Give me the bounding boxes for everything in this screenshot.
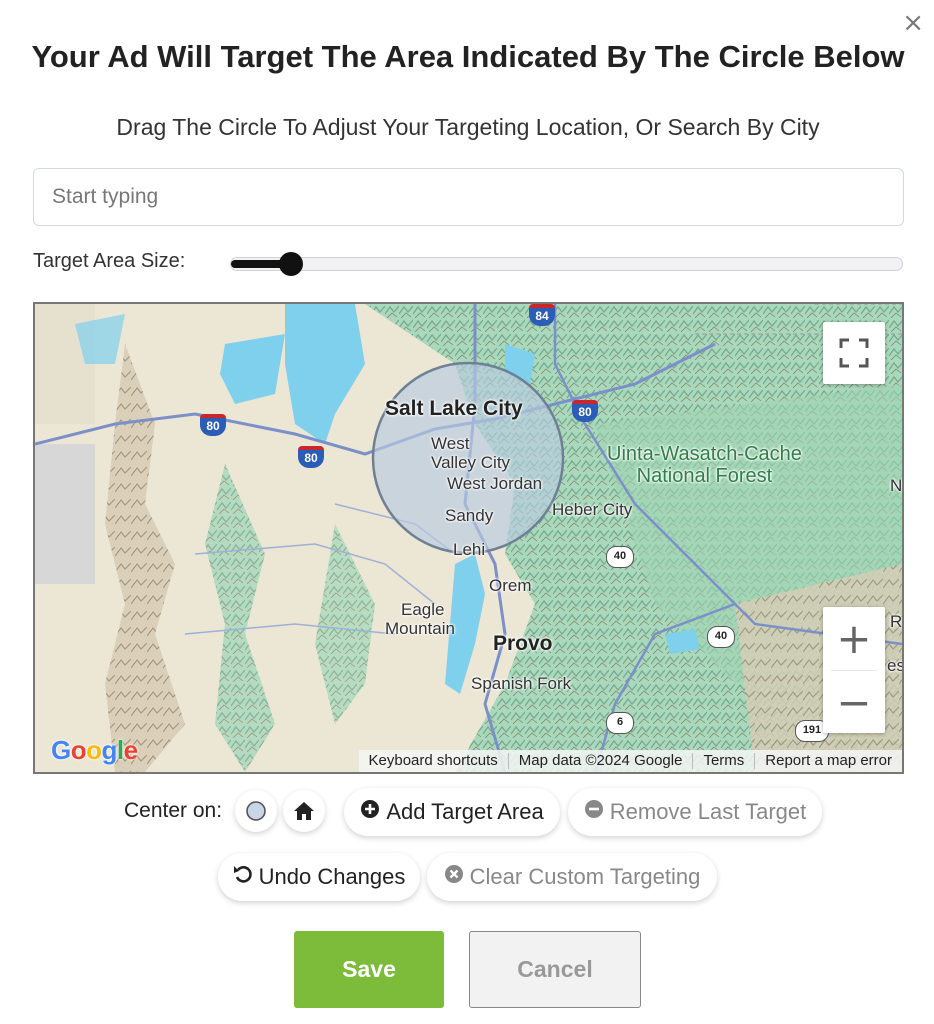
map-label-spanish-fork: Spanish Fork [471,674,572,693]
i84-shield: 84 [529,304,555,326]
add-target-area-button[interactable]: Add Target Area [344,788,560,836]
map-label-forest: Uinta-Wasatch-Cache National Forest [607,443,802,487]
terms-link[interactable]: Terms [692,753,754,769]
undo-icon [233,864,253,890]
undo-changes-button[interactable]: Undo Changes [218,853,420,901]
map-label-eagle-mountain: Eagle [401,600,445,619]
map-label-lehi: Lehi [453,540,486,559]
add-target-area-label: Add Target Area [386,799,544,824]
map-label-edge-es: es [887,656,904,675]
map-label-edge-n: N [890,476,903,495]
center-on-home-button[interactable] [283,790,325,832]
cancel-button[interactable]: Cancel [469,931,641,1008]
map-label-forest-line-1: Uinta-Wasatch-Cache [607,443,802,465]
us40-shield: 40 [606,546,634,568]
map-label-eagle-mountain-2: Mountain [385,619,455,638]
map-data-credit: Map data ©2024 Google [507,753,693,769]
times-circle-icon [444,864,464,890]
fullscreen-button[interactable] [823,322,885,384]
target-area-size-label: Target Area Size: [33,250,186,272]
undo-changes-label: Undo Changes [258,864,406,889]
clear-custom-targeting-button[interactable]: Clear Custom Targeting [427,853,717,901]
center-on-circle-button[interactable] [235,790,277,832]
minus-circle-icon [584,799,604,825]
map-basemap [35,304,902,772]
home-icon [294,802,314,820]
map-label-orem: Orem [489,576,532,595]
us6-shield: 6 [606,712,634,734]
map-label-west-valley-city: West [431,434,470,453]
fullscreen-icon [839,338,869,368]
map-label-provo: Provo [493,632,553,655]
map-label-salt-lake-city: Salt Lake City [385,397,523,420]
plus-circle-icon [360,799,380,825]
map-label-west-valley-city-2: Valley City [431,453,511,472]
circle-icon [246,801,266,821]
modal-title: Your Ad Will Target The Area Indicated B… [31,39,905,74]
map-label-sandy: Sandy [445,506,494,525]
remove-last-target-button[interactable]: Remove Last Target [568,788,822,836]
i80-shield: 80 [572,400,598,422]
map-label-heber-city: Heber City [552,500,633,519]
save-button[interactable]: Save [294,931,444,1008]
slider-thumb[interactable] [279,252,303,276]
center-on-label: Center on: [124,799,223,822]
modal-subtitle: Drag The Circle To Adjust Your Targeting… [116,114,820,140]
zoom-out-button[interactable]: − [823,671,885,734]
target-area-size-slider[interactable] [230,252,903,276]
map-attribution: Keyboard shortcuts Map data ©2024 Google… [358,750,902,772]
clear-custom-targeting-label: Clear Custom Targeting [469,864,701,889]
close-icon[interactable]: × [902,10,924,36]
zoom-controls: + − [823,607,885,733]
us40-shield: 40 [707,626,735,648]
i80-shield: 80 [200,414,226,436]
keyboard-shortcuts-link[interactable]: Keyboard shortcuts [359,753,508,769]
map-view[interactable]: Salt Lake City West Valley City West Jor… [33,302,904,774]
map-label-forest-line-2: National Forest [636,465,773,487]
zoom-in-button[interactable]: + [823,607,885,670]
map-label-west-jordan: West Jordan [447,474,543,493]
city-search-input[interactable] [33,168,904,226]
remove-last-target-label: Remove Last Target [609,799,807,824]
i80-shield: 80 [298,446,324,468]
map-label-edge-r: R [890,612,903,631]
google-logo: Google [51,735,138,765]
report-map-error-link[interactable]: Report a map error [754,753,902,769]
